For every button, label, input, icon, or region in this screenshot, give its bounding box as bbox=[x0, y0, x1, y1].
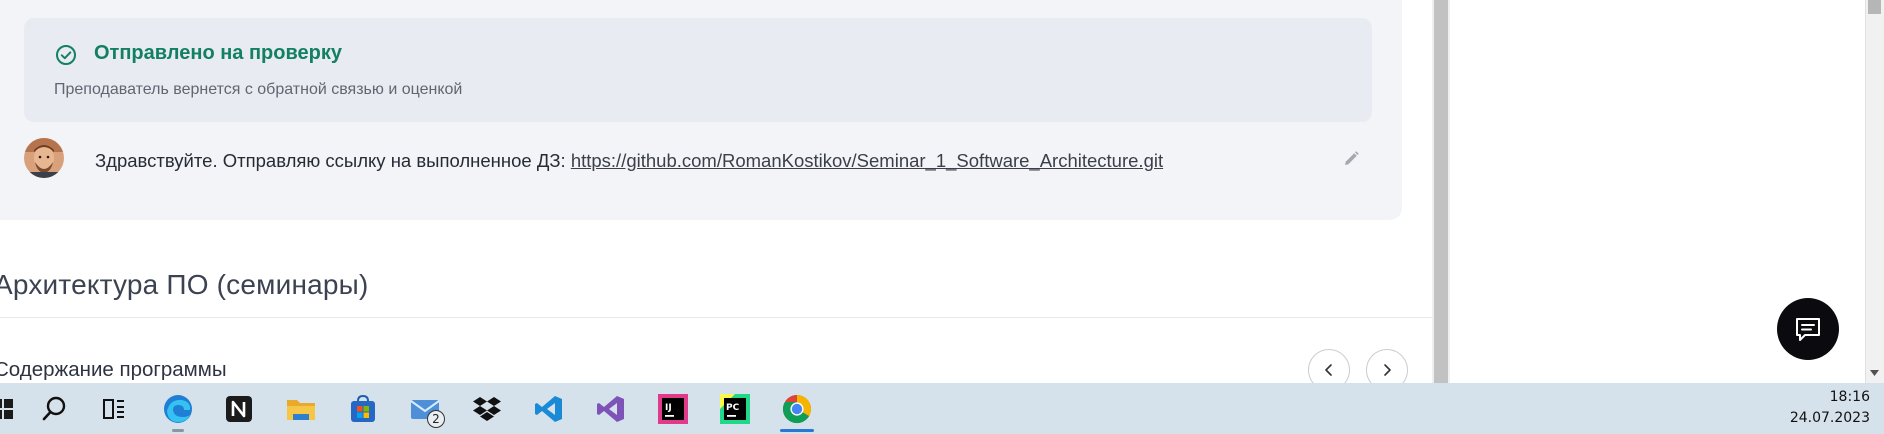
taskbar-mail[interactable]: 2 bbox=[400, 383, 450, 434]
windows-start-icon bbox=[0, 398, 13, 419]
screen: Отправлено на проверку Преподаватель вер… bbox=[0, 0, 1884, 434]
avatar[interactable] bbox=[24, 138, 64, 178]
taskbar-vscode[interactable] bbox=[524, 383, 574, 434]
taskbar-dropbox[interactable] bbox=[462, 383, 512, 434]
taskbar-intellij-idea[interactable]: IJ bbox=[648, 383, 698, 434]
search-icon bbox=[42, 396, 66, 420]
chrome-icon bbox=[782, 394, 811, 423]
task-view-icon bbox=[103, 398, 124, 419]
section-title: Содержание программы bbox=[0, 358, 227, 381]
edge-icon bbox=[164, 394, 192, 423]
taskbar-edge[interactable] bbox=[153, 383, 203, 434]
chat-button[interactable] bbox=[1777, 298, 1839, 360]
taskbar-microsoft-store[interactable] bbox=[338, 383, 388, 434]
chat-icon bbox=[1796, 318, 1820, 341]
taskbar-search-button[interactable] bbox=[29, 383, 79, 434]
next-button[interactable] bbox=[1366, 349, 1408, 383]
taskbar-visual-studio[interactable] bbox=[586, 383, 636, 434]
intellij-idea-icon: IJ bbox=[658, 393, 688, 424]
clock-time: 18:16 bbox=[1829, 389, 1870, 405]
mail-badge: 2 bbox=[427, 410, 445, 428]
content-scrollbar-thumb[interactable] bbox=[1434, 0, 1448, 383]
clock-date: 24.07.2023 bbox=[1789, 410, 1870, 426]
taskbar-chrome[interactable] bbox=[772, 383, 822, 434]
vscode-icon bbox=[535, 395, 562, 422]
browser-scrollbar[interactable] bbox=[1865, 0, 1884, 383]
chevron-right-icon bbox=[1384, 364, 1391, 376]
browser-scrollbar-thumb[interactable] bbox=[1868, 0, 1881, 14]
start-button[interactable] bbox=[0, 383, 28, 434]
scroll-down-arrow-icon[interactable] bbox=[1869, 368, 1880, 378]
taskbar-notion[interactable] bbox=[214, 383, 264, 434]
svg-text:PC: PC bbox=[726, 403, 740, 413]
github-link[interactable]: https://github.com/RomanKostikov/Seminar… bbox=[571, 150, 1163, 171]
comment-text: Здравствуйте. Отправляю ссылку на выполн… bbox=[95, 150, 1163, 172]
previous-button[interactable] bbox=[1308, 349, 1350, 383]
chevron-left-icon bbox=[1325, 364, 1332, 376]
taskbar-file-explorer[interactable] bbox=[276, 383, 326, 434]
system-clock[interactable]: 18:16 24.07.2023 bbox=[1790, 387, 1870, 429]
visual-studio-icon bbox=[597, 395, 624, 422]
task-view-button[interactable] bbox=[89, 383, 139, 434]
course-title: Архитектура ПО (семинары) bbox=[0, 269, 369, 300]
check-circle-icon bbox=[56, 45, 76, 65]
status-title: Отправлено на проверку bbox=[94, 42, 342, 64]
status-subtitle: Преподаватель вернется с обратной связью… bbox=[54, 81, 463, 98]
submission-status-panel bbox=[24, 18, 1372, 122]
taskbar-pycharm[interactable]: PC bbox=[710, 383, 760, 434]
divider bbox=[0, 317, 1432, 318]
comment-message: Здравствуйте. Отправляю ссылку на выполн… bbox=[95, 150, 571, 171]
notion-icon bbox=[226, 395, 252, 422]
pycharm-icon: PC bbox=[720, 393, 750, 424]
main-content: Отправлено на проверку Преподаватель вер… bbox=[0, 0, 1432, 383]
pencil-icon[interactable] bbox=[1342, 150, 1360, 168]
svg-text:IJ: IJ bbox=[665, 403, 672, 413]
file-explorer-icon bbox=[287, 399, 315, 420]
dropbox-icon bbox=[473, 396, 501, 421]
microsoft-store-icon bbox=[351, 394, 375, 422]
